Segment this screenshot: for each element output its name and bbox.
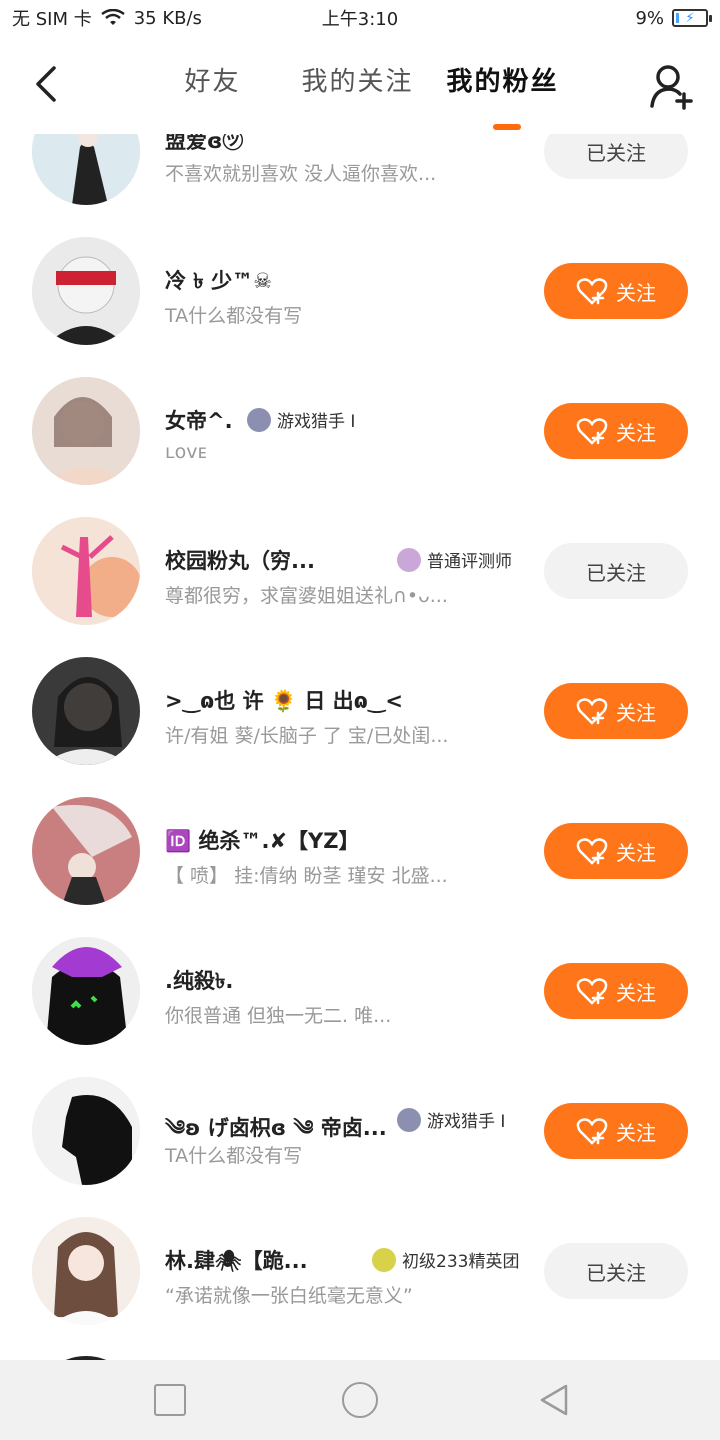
avatar[interactable] [32,134,140,205]
button-label: 关注 [616,420,656,445]
back-arrow-icon[interactable] [28,62,68,106]
add-friend-icon[interactable] [648,62,696,110]
tab-bar: 好友 我的关注 我的粉丝 [140,60,575,104]
fan-name: 🆔 绝杀™.✘【YZ】 [165,829,360,853]
list-item[interactable]: 🆔 绝杀™.✘【YZ】 【 喷】 挂:倩纳 盼茎 瑾安 北盛... 关注 [0,767,720,907]
fans-list: 盟爱ɞ㋡ 不喜欢就别喜欢 没人逼你喜欢... 已关注 冷 ৳ 少™☠ TA什么都… [0,134,720,1360]
sim-status: 无 SIM 卡 [12,9,92,30]
avatar[interactable] [32,1217,140,1325]
badge-icon [397,547,421,572]
status-bar: 无 SIM 卡 35 KB/s 上午3:10 9% ⚡ [0,0,720,36]
button-label: 关注 [616,280,656,305]
heart-plus-icon [576,418,608,445]
button-label: 已关注 [586,140,646,165]
badge-icon [397,1107,421,1132]
heart-plus-icon [576,698,608,725]
list-item[interactable]: 林.肆🕷【跪... 初级233精英团 “承诺就像一张白纸毫无意义” 已关注 [0,1187,720,1327]
badge-icon [372,1247,396,1272]
follow-button[interactable]: 关注 [544,823,688,879]
avatar[interactable] [32,797,140,905]
heart-plus-icon [576,978,608,1005]
button-label: 已关注 [586,560,646,585]
avatar[interactable] [32,937,140,1045]
follow-button[interactable]: 关注 [544,963,688,1019]
follow-button[interactable]: 关注 [544,263,688,319]
fan-badge: 游戏猎手 I [247,407,355,432]
avatar[interactable] [32,517,140,625]
followed-button[interactable]: 已关注 [544,543,688,599]
follow-button[interactable]: 关注 [544,403,688,459]
fan-name: .纯殺৳. [165,969,234,993]
tab-fans[interactable]: 我的粉丝 [430,60,575,104]
battery-percent: 9% [635,7,664,29]
list-item[interactable]: 冷 ৳ 少™☠ TA什么都没有写 关注 [0,207,720,347]
fan-signature: 尊都很穷，求富婆姐姐送礼∩•ᴗ... [165,585,448,607]
button-label: 关注 [616,840,656,865]
fan-signature: 【 喷】 挂:倩纳 盼茎 瑾安 北盛... [165,865,448,887]
fan-signature: TA什么都没有写 [165,305,303,327]
button-label: 关注 [616,1120,656,1145]
badge-label: 游戏猎手 I [427,1112,506,1132]
fan-name: 女帝^. [165,409,233,433]
back-triangle-icon[interactable] [536,1382,572,1418]
button-label: 关注 [616,700,656,725]
followed-button[interactable]: 已关注 [544,134,688,179]
avatar[interactable] [32,1077,140,1185]
heart-plus-icon [576,1118,608,1145]
fan-signature: 许/有姐 葵/长脑子 了 宝/已处闺... [165,725,449,747]
network-speed: 35 KB/s [133,7,202,29]
follow-button[interactable]: 关注 [544,1103,688,1159]
battery-icon: ⚡ [672,9,712,27]
list-item[interactable]: >‿ɷ也 许 🌻 日 出ɷ‿< 许/有姐 葵/长脑子 了 宝/已处闺... 关注 [0,627,720,767]
badge-icon [247,407,271,432]
followed-button[interactable]: 已关注 [544,1243,688,1299]
button-label: 已关注 [586,1260,646,1285]
list-item[interactable]: ༄ʚ げ卤枳ɞ ༄ 帝卤... 游戏猎手 I TA什么都没有写 关注 [0,1047,720,1187]
heart-plus-icon [576,278,608,305]
header: 好友 我的关注 我的粉丝 [0,44,720,134]
fan-name: 冷 ৳ 少™☠ [165,269,272,293]
badge-label: 初级233精英团 [402,1252,520,1272]
list-item[interactable]: 校园粉丸（穷... 普通评测师 尊都很穷，求富婆姐姐送礼∩•ᴗ... 已关注 [0,487,720,627]
tab-friends[interactable]: 好友 [140,60,285,104]
fan-signature: 你很普通 但独一无二. 唯... [165,1005,392,1027]
fan-signature: TA什么都没有写 [165,1145,303,1167]
fan-signature: “承诺就像一张白纸毫无意义” [165,1285,413,1307]
list-item[interactable]: 盟爱ɞ㋡ 不喜欢就别喜欢 没人逼你喜欢... 已关注 [0,134,720,207]
fan-signature: 不喜欢就别喜欢 没人逼你喜欢... [165,163,437,185]
fan-badge: 普通评测师 [397,547,512,572]
avatar[interactable] [32,237,140,345]
list-item[interactable]: 女帝^. 游戏猎手 I ʟᴏᴠᴇ 关注 [0,347,720,487]
recent-apps-button[interactable] [154,1384,186,1416]
badge-label: 游戏猎手 I [277,412,356,432]
fan-badge: 初级233精英团 [372,1247,519,1272]
fan-name: 盟爱ɞ㋡ [165,134,244,153]
avatar[interactable] [32,377,140,485]
follow-button[interactable]: 关注 [544,683,688,739]
fan-name: 校园粉丸（穷... [165,549,315,573]
system-nav-bar [0,1360,720,1440]
home-button[interactable] [342,1382,378,1418]
wifi-icon [100,9,125,25]
fan-name: 林.肆🕷【跪... [165,1249,308,1273]
fan-signature: ʟᴏᴠᴇ [165,441,207,463]
button-label: 关注 [616,980,656,1005]
fan-badge: 游戏猎手 I [397,1107,505,1132]
list-item[interactable]: .纯殺৳. 你很普通 但独一无二. 唯... 关注 [0,907,720,1047]
heart-plus-icon [576,838,608,865]
active-tab-indicator [493,124,521,130]
badge-label: 普通评测师 [427,552,512,572]
fan-name: >‿ɷ也 许 🌻 日 出ɷ‿< [165,689,403,713]
avatar[interactable] [32,657,140,765]
tab-following[interactable]: 我的关注 [285,60,430,104]
